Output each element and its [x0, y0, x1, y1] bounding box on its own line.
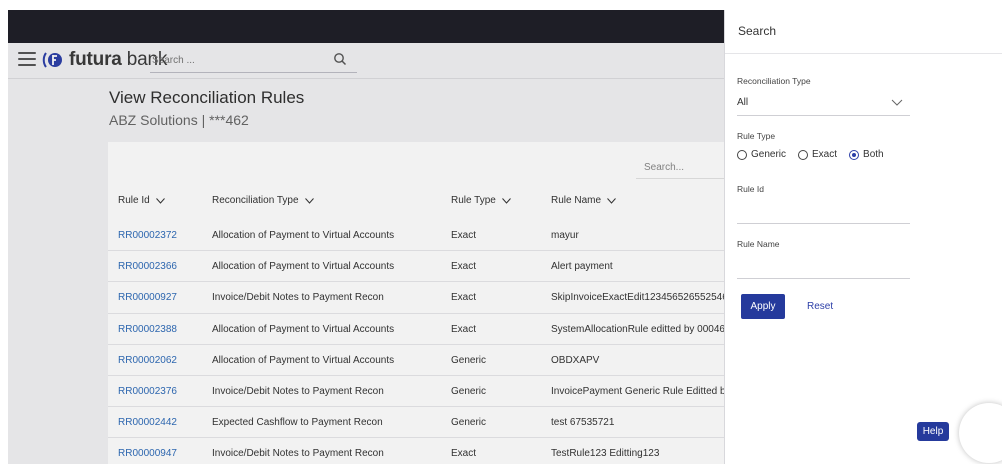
rule-type-radio-generic[interactable]: Generic	[737, 149, 786, 160]
rule-type-radio-group: Generic Exact Both	[737, 149, 884, 160]
rule-type-radio-exact[interactable]: Exact	[798, 149, 837, 160]
recon-type-select[interactable]: All	[737, 97, 748, 108]
app-frame: futura bank View Reconciliation Rules AB…	[0, 0, 1002, 464]
modal-backdrop[interactable]	[8, 10, 724, 464]
rule-type-radio-both[interactable]: Both	[849, 149, 884, 160]
divider	[725, 53, 1002, 54]
rule-id-input[interactable]	[737, 223, 910, 224]
search-panel: Search Reconciliation Type All Rule Type…	[724, 10, 1002, 464]
rule-id-label: Rule Id	[737, 184, 764, 194]
rule-name-input[interactable]	[737, 278, 910, 279]
radio-circle	[737, 149, 747, 160]
radio-circle-selected	[849, 149, 860, 160]
recon-type-underline	[737, 115, 910, 116]
help-button[interactable]: Help	[917, 422, 949, 441]
rule-type-label: Rule Type	[737, 131, 776, 141]
panel-title: Search	[738, 24, 777, 38]
chevron-down-icon[interactable]	[891, 99, 903, 107]
recon-type-label: Reconciliation Type	[737, 76, 811, 86]
rule-name-label: Rule Name	[737, 239, 780, 249]
apply-button[interactable]: Apply	[741, 294, 785, 319]
radio-circle	[798, 149, 809, 160]
reset-button[interactable]: Reset	[807, 301, 833, 312]
